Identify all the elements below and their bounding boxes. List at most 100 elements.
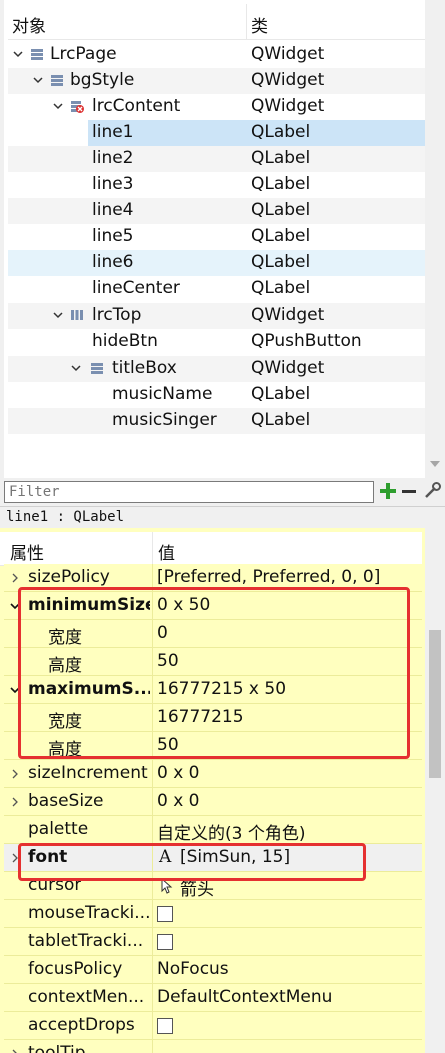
chevron-down-icon[interactable] bbox=[52, 309, 64, 321]
property-value[interactable]: 0 x 0 bbox=[157, 791, 419, 811]
property-row-basesize[interactable]: baseSize 0 x 0 bbox=[4, 788, 422, 816]
scroll-down-arrow-icon[interactable] bbox=[430, 461, 440, 467]
tree-row-line4[interactable]: line4 QLabel bbox=[8, 198, 426, 224]
property-row-contextmenupolicy[interactable]: contextMen... DefaultContextMenu bbox=[4, 984, 422, 1012]
tree-item-name: line4 bbox=[92, 200, 134, 220]
column-header-value[interactable]: 值 bbox=[158, 539, 175, 564]
tree-item-name: LrcPage bbox=[50, 44, 117, 64]
property-row-focuspolicy[interactable]: focusPolicy NoFocus bbox=[4, 956, 422, 984]
tree-item-name: hideBtn bbox=[92, 331, 158, 351]
tree-item-class: QWidget bbox=[251, 305, 325, 325]
property-name: toolTip bbox=[28, 1043, 86, 1053]
remove-property-minus-icon[interactable] bbox=[402, 490, 416, 493]
tree-row-line5[interactable]: line5 QLabel bbox=[8, 224, 426, 250]
chevron-down-icon[interactable] bbox=[12, 48, 24, 60]
property-value[interactable]: NoFocus bbox=[157, 959, 419, 979]
property-row-palette[interactable]: palette 自定义的(3 个角色) bbox=[4, 816, 422, 844]
tree-item-name: line2 bbox=[92, 148, 134, 168]
property-value[interactable]: 自定义的(3 个角色) bbox=[157, 819, 419, 844]
object-inspector: 对象 类 LrcPage QWidget bgStyle QWidget lrc… bbox=[0, 0, 445, 478]
scrollbar-thumb[interactable] bbox=[429, 630, 441, 778]
wrench-icon[interactable] bbox=[422, 481, 442, 501]
tree-row-lrcpage[interactable]: LrcPage QWidget bbox=[8, 42, 426, 68]
tree-item-class: QLabel bbox=[251, 226, 311, 246]
property-name: tabletTracki... bbox=[28, 931, 144, 951]
tree-row-lrccontent[interactable]: lrcContent QWidget bbox=[8, 94, 426, 120]
tree-item-class: QWidget bbox=[251, 358, 325, 378]
column-header-class[interactable]: 类 bbox=[251, 12, 268, 37]
tree-row-bgstyle[interactable]: bgStyle QWidget bbox=[8, 68, 426, 94]
property-name: focusPolicy bbox=[28, 959, 123, 979]
tree-item-name: line3 bbox=[92, 174, 134, 194]
tree-item-name: musicName bbox=[112, 384, 213, 404]
chevron-right-icon[interactable] bbox=[10, 573, 20, 583]
tree-item-class: QLabel bbox=[251, 122, 311, 142]
widget-icon bbox=[91, 363, 103, 374]
tree-item-name: lrcContent bbox=[92, 96, 181, 116]
add-property-plus-icon[interactable] bbox=[378, 481, 398, 501]
chevron-right-icon[interactable] bbox=[10, 769, 20, 779]
property-name: contextMen... bbox=[28, 987, 145, 1007]
widget-icon bbox=[51, 75, 63, 86]
tree-item-class: QPushButton bbox=[251, 331, 362, 351]
tree-item-class: QWidget bbox=[251, 44, 325, 64]
property-row-acceptdrops[interactable]: acceptDrops bbox=[4, 1012, 422, 1040]
widget-icon bbox=[31, 49, 43, 60]
property-name: acceptDrops bbox=[28, 1015, 135, 1035]
tree-row-line1-selected[interactable]: line1 QLabel bbox=[8, 120, 426, 146]
tree-item-name: lineCenter bbox=[92, 278, 180, 298]
property-row-tablettracking[interactable]: tabletTracki... bbox=[4, 928, 422, 956]
tree-item-name: titleBox bbox=[112, 358, 177, 378]
column-header-object[interactable]: 对象 bbox=[12, 12, 46, 37]
chevron-right-icon[interactable] bbox=[10, 797, 20, 807]
property-row-tooltip[interactable]: toolTip bbox=[4, 1040, 422, 1053]
object-tree-header: 对象 类 bbox=[8, 4, 426, 40]
filter-input[interactable] bbox=[4, 481, 374, 503]
property-name: palette bbox=[28, 819, 89, 839]
filter-bar bbox=[0, 478, 445, 506]
tree-row-line3[interactable]: line3 QLabel bbox=[8, 172, 426, 198]
tree-item-class: QLabel bbox=[251, 252, 311, 272]
tree-item-name: line5 bbox=[92, 226, 134, 246]
tree-row-line2[interactable]: line2 QLabel bbox=[8, 146, 426, 172]
property-row-sizeincrement[interactable]: sizeIncrement 0 x 0 bbox=[4, 760, 422, 788]
property-value[interactable]: [Preferred, Preferred, 0, 0] bbox=[157, 567, 419, 587]
column-header-property[interactable]: 属性 bbox=[10, 539, 44, 564]
tree-item-class: QLabel bbox=[251, 384, 311, 404]
property-value[interactable]: 0 x 0 bbox=[157, 763, 419, 783]
tree-item-name: line1 bbox=[92, 122, 134, 142]
tree-item-class: QWidget bbox=[251, 70, 325, 90]
accept-drops-checkbox[interactable] bbox=[157, 1018, 173, 1034]
tablet-tracking-checkbox[interactable] bbox=[157, 934, 173, 950]
property-editor-scrollbar[interactable] bbox=[425, 528, 445, 1053]
chevron-down-icon[interactable] bbox=[52, 100, 64, 112]
column-divider[interactable] bbox=[246, 4, 247, 40]
tree-item-name: musicSinger bbox=[112, 410, 217, 430]
tree-row-titlebox[interactable]: titleBox QWidget bbox=[8, 356, 426, 382]
tree-item-class: QLabel bbox=[251, 278, 311, 298]
tree-row-linecenter[interactable]: lineCenter QLabel bbox=[8, 276, 426, 302]
property-name: baseSize bbox=[28, 791, 104, 811]
tree-item-class: QLabel bbox=[251, 148, 311, 168]
column-divider[interactable] bbox=[152, 532, 153, 566]
property-value[interactable]: DefaultContextMenu bbox=[157, 987, 419, 1007]
chevron-right-icon[interactable] bbox=[10, 1049, 20, 1053]
tree-row-hidebtn[interactable]: hideBtn QPushButton bbox=[8, 329, 426, 355]
broken-layout-widget-icon bbox=[71, 101, 84, 113]
tree-row-line6[interactable]: line6 QLabel bbox=[8, 250, 426, 276]
tree-item-name: lrcTop bbox=[92, 305, 142, 325]
tree-row-musicsinger[interactable]: musicSinger QLabel bbox=[8, 408, 426, 434]
horizontal-layout-icon bbox=[71, 310, 83, 320]
chevron-down-icon[interactable] bbox=[70, 362, 82, 374]
property-row-mousetracking[interactable]: mouseTracki... bbox=[4, 900, 422, 928]
object-tree-scrollbar[interactable] bbox=[425, 0, 445, 478]
property-name: sizePolicy bbox=[28, 567, 110, 587]
mouse-tracking-checkbox[interactable] bbox=[157, 906, 173, 922]
tree-row-lrctop[interactable]: lrcTop QWidget bbox=[8, 303, 426, 329]
tree-item-class: QLabel bbox=[251, 174, 311, 194]
tree-item-class: QLabel bbox=[251, 200, 311, 220]
chevron-down-icon[interactable] bbox=[32, 74, 44, 86]
size-highlight-box bbox=[18, 587, 410, 759]
tree-row-musicname[interactable]: musicName QLabel bbox=[8, 382, 426, 408]
property-header: 属性 值 bbox=[0, 532, 422, 566]
